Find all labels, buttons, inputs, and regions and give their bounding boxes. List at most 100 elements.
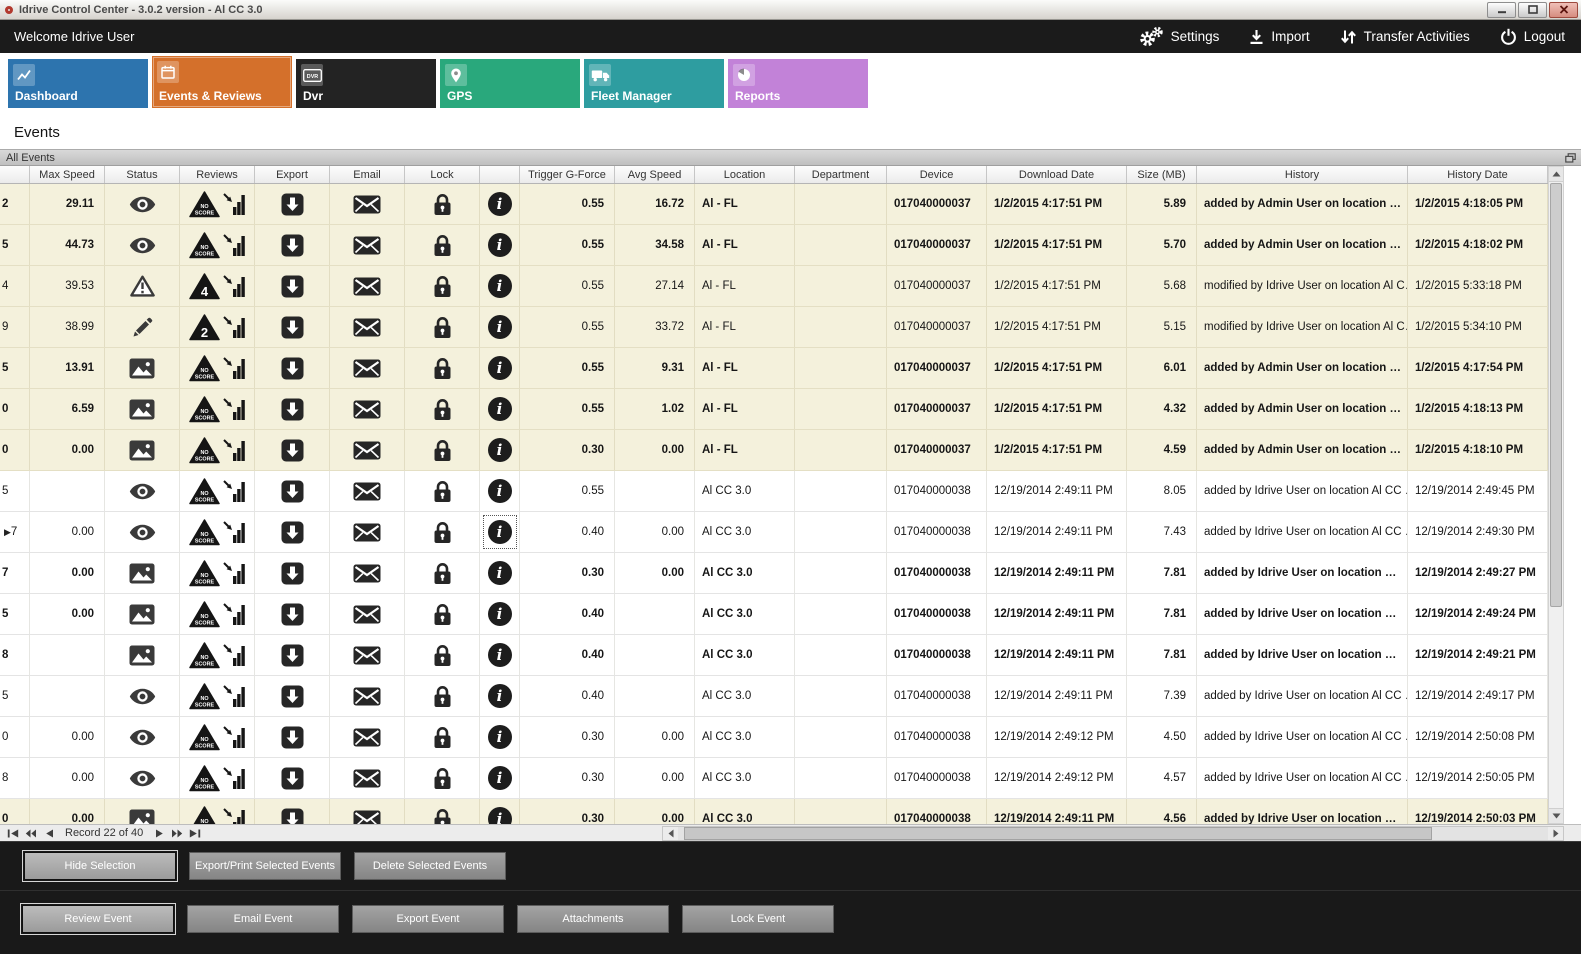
- export-icon[interactable]: [281, 521, 304, 544]
- tab-fleet-manager[interactable]: Fleet Manager: [584, 59, 724, 108]
- reviews-cell[interactable]: NOSCORE: [180, 184, 255, 224]
- scroll-left-icon[interactable]: [663, 827, 678, 840]
- info-icon[interactable]: i: [488, 356, 512, 380]
- score-chart-icon[interactable]: [223, 438, 245, 462]
- export-cell[interactable]: [255, 512, 330, 552]
- hide-selection-button[interactable]: Hide Selection: [24, 852, 176, 880]
- table-row[interactable]: 50.00NOSCOREi0.40Al CC 3.001704000003812…: [0, 594, 1548, 635]
- scroll-right-icon[interactable]: [1548, 827, 1563, 840]
- info-icon[interactable]: i: [488, 725, 512, 749]
- reviews-cell[interactable]: NOSCORE: [180, 512, 255, 552]
- lock-icon[interactable]: [433, 808, 452, 825]
- info-icon[interactable]: i: [488, 643, 512, 667]
- reviews-cell[interactable]: NOSCORE: [180, 635, 255, 675]
- table-row[interactable]: 5NOSCOREi0.40Al CC 3.001704000003812/19/…: [0, 676, 1548, 717]
- email-icon[interactable]: [353, 236, 381, 255]
- vertical-scroll-thumb[interactable]: [1550, 183, 1562, 607]
- review-score-icon[interactable]: NOSCORE: [189, 396, 220, 423]
- review-score-icon[interactable]: NOSCORE: [189, 724, 220, 751]
- email-cell[interactable]: [330, 717, 405, 757]
- lock-icon[interactable]: [433, 521, 452, 544]
- reviews-cell[interactable]: NOSCORE: [180, 676, 255, 716]
- reviews-cell[interactable]: NOSCORE: [180, 389, 255, 429]
- export-cell[interactable]: [255, 471, 330, 511]
- logout-action[interactable]: Logout: [1500, 28, 1565, 45]
- info-cell[interactable]: i: [480, 266, 520, 306]
- column-header-export[interactable]: Export: [255, 166, 330, 183]
- info-icon[interactable]: i: [488, 807, 512, 824]
- email-cell[interactable]: [330, 389, 405, 429]
- lock-cell[interactable]: [405, 717, 480, 757]
- info-cell[interactable]: i: [480, 799, 520, 824]
- export-icon[interactable]: [281, 275, 304, 298]
- score-chart-icon[interactable]: [223, 643, 245, 667]
- email-cell[interactable]: [330, 553, 405, 593]
- column-header-download-date[interactable]: Download Date: [987, 166, 1127, 183]
- export-cell[interactable]: [255, 225, 330, 265]
- export-icon[interactable]: [281, 726, 304, 749]
- export-icon[interactable]: [281, 767, 304, 790]
- export-icon[interactable]: [281, 562, 304, 585]
- info-icon[interactable]: i: [488, 684, 512, 708]
- score-chart-icon[interactable]: [223, 315, 245, 339]
- email-icon[interactable]: [353, 810, 381, 825]
- export-event-button[interactable]: Export Event: [352, 905, 504, 933]
- info-icon[interactable]: i: [488, 397, 512, 421]
- import-action[interactable]: Import: [1249, 29, 1309, 45]
- email-icon[interactable]: [353, 523, 381, 542]
- export-cell[interactable]: [255, 389, 330, 429]
- info-icon[interactable]: i: [488, 520, 512, 544]
- info-icon[interactable]: i: [488, 192, 512, 216]
- email-icon[interactable]: [353, 564, 381, 583]
- table-row[interactable]: 513.91NOSCOREi0.559.31Al - FL01704000003…: [0, 348, 1548, 389]
- info-icon[interactable]: i: [488, 602, 512, 626]
- table-row[interactable]: 00.00NOSCOREi0.300.00Al - FL017040000037…: [0, 430, 1548, 471]
- column-header-department[interactable]: Department: [795, 166, 887, 183]
- info-cell[interactable]: i: [480, 717, 520, 757]
- lock-cell[interactable]: [405, 348, 480, 388]
- review-score-icon[interactable]: NOSCORE: [189, 519, 220, 546]
- score-chart-icon[interactable]: [223, 520, 245, 544]
- settings-action[interactable]: Settings: [1137, 26, 1220, 47]
- email-cell[interactable]: [330, 471, 405, 511]
- email-icon[interactable]: [353, 400, 381, 419]
- info-icon[interactable]: i: [488, 233, 512, 257]
- email-cell[interactable]: [330, 758, 405, 798]
- info-cell[interactable]: i: [480, 471, 520, 511]
- review-score-icon[interactable]: NOSCORE: [189, 683, 220, 710]
- table-row[interactable]: 06.59NOSCOREi0.551.02Al - FL017040000037…: [0, 389, 1548, 430]
- score-chart-icon[interactable]: [223, 561, 245, 585]
- score-chart-icon[interactable]: [223, 233, 245, 257]
- review-score-icon[interactable]: 2: [189, 314, 220, 341]
- score-chart-icon[interactable]: [223, 684, 245, 708]
- lock-cell[interactable]: [405, 676, 480, 716]
- table-row[interactable]: ▶70.00NOSCOREi0.400.00Al CC 3.0017040000…: [0, 512, 1548, 553]
- export-print-selected-events-button[interactable]: Export/Print Selected Events: [189, 852, 341, 880]
- review-score-icon[interactable]: NOSCORE: [189, 355, 220, 382]
- lock-cell[interactable]: [405, 389, 480, 429]
- vertical-scrollbar[interactable]: [1548, 166, 1564, 824]
- column-header-status[interactable]: Status: [105, 166, 180, 183]
- score-chart-icon[interactable]: [223, 356, 245, 380]
- lock-icon[interactable]: [433, 193, 452, 216]
- lock-icon[interactable]: [433, 398, 452, 421]
- export-cell[interactable]: [255, 594, 330, 634]
- column-header-size-mb[interactable]: Size (MB): [1127, 166, 1197, 183]
- reviews-cell[interactable]: 4: [180, 266, 255, 306]
- reviews-cell[interactable]: NOSCORE: [180, 348, 255, 388]
- lock-cell[interactable]: [405, 512, 480, 552]
- export-icon[interactable]: [281, 357, 304, 380]
- export-cell[interactable]: [255, 184, 330, 224]
- score-chart-icon[interactable]: [223, 397, 245, 421]
- table-row[interactable]: 439.534i0.5527.14Al - FL0170400000371/2/…: [0, 266, 1548, 307]
- maximize-button[interactable]: [1518, 2, 1547, 18]
- score-chart-icon[interactable]: [223, 766, 245, 790]
- review-event-button[interactable]: Review Event: [22, 905, 174, 933]
- table-row[interactable]: 938.992i0.5533.72Al - FL0170400000371/2/…: [0, 307, 1548, 348]
- reviews-cell[interactable]: NOSCORE: [180, 225, 255, 265]
- email-event-button[interactable]: Email Event: [187, 905, 339, 933]
- column-header-reviews[interactable]: Reviews: [180, 166, 255, 183]
- column-header-blank[interactable]: [0, 166, 30, 183]
- review-score-icon[interactable]: NOSCORE: [189, 601, 220, 628]
- email-cell[interactable]: [330, 799, 405, 824]
